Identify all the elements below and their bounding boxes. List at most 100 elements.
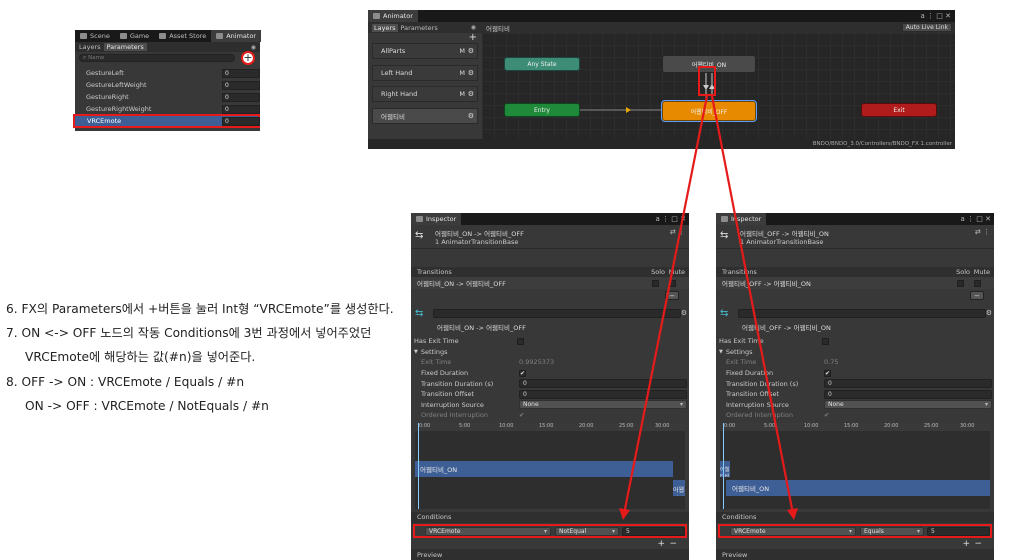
- timeline-track-bottom[interactable]: 어웹티비_OFF: [673, 479, 685, 496]
- eye-icon[interactable]: ◉: [471, 24, 476, 31]
- tab-animator[interactable]: Animator: [211, 30, 262, 42]
- inspector-header: ⇆ 어웹티비_ON -> 어웹티비_OFF 1 AnimatorTransiti…: [411, 225, 689, 249]
- layers-tab[interactable]: Layers: [372, 23, 398, 32]
- transition-list-buttons: −: [716, 289, 994, 301]
- remove-condition-button[interactable]: −: [974, 539, 982, 549]
- param-search-input[interactable]: ⌕ Name: [79, 54, 235, 62]
- transition-preview-row: ⇆ ⚙ 어웹티비_ON -> 어웹티비_OFF: [411, 307, 689, 333]
- breadcrumb[interactable]: 어웹티비: [480, 23, 510, 33]
- parameters-tab[interactable]: Parameters: [103, 43, 147, 51]
- condition-value-field[interactable]: 5: [622, 526, 685, 536]
- transition-preview-row: ⇆ ⚙ 어웹티비_OFF -> 어웹티비_ON: [716, 307, 994, 333]
- mute-checkbox[interactable]: [669, 279, 676, 287]
- settings-row-interruption-source[interactable]: Interruption Source None: [411, 400, 689, 411]
- auto-live-link-button[interactable]: Auto Live Link: [901, 23, 952, 32]
- condition-parameter-dropdown[interactable]: VRCEmote: [425, 526, 551, 536]
- lock-icon[interactable]: a ⋮ □ ✕: [921, 12, 955, 20]
- settings-row-interruption-source[interactable]: Interruption Source None: [716, 400, 994, 411]
- has-exit-time-checkbox[interactable]: [517, 337, 524, 345]
- playhead[interactable]: [723, 422, 724, 509]
- timeline[interactable]: 0:00 5:00 10:00 15:00 20:00 25:00 30:00 …: [720, 422, 990, 509]
- solo-checkbox[interactable]: [957, 279, 964, 287]
- add-condition-button[interactable]: +: [962, 539, 970, 549]
- tab-scene[interactable]: Scene: [75, 30, 115, 42]
- condition-mode-dropdown[interactable]: NotEqual: [555, 526, 619, 536]
- instruction-step-6: 6. FX의 Parameters에서 +버튼을 눌러 Int형 “VRCEmo…: [6, 302, 394, 316]
- settings-row-transition-duration[interactable]: Transition Duration (s) 0: [716, 378, 994, 389]
- add-condition-button[interactable]: +: [657, 539, 665, 549]
- preview-header[interactable]: Preview: [411, 549, 689, 560]
- highlight-box-transition: [698, 66, 716, 96]
- has-exit-time-row[interactable]: Has Exit Time: [411, 336, 689, 347]
- settings-icon[interactable]: ⇄ ⋮: [975, 228, 990, 236]
- lock-icon[interactable]: a ⋮ □ ✕: [656, 215, 689, 223]
- remove-transition-button[interactable]: −: [665, 291, 679, 300]
- transition-list-item[interactable]: 어웹티비_ON -> 어웹티비_OFF: [411, 277, 689, 289]
- tab-inspector[interactable]: Inspector: [411, 213, 462, 225]
- param-value[interactable]: 0: [222, 117, 260, 126]
- parameters-tab[interactable]: Parameters: [401, 24, 438, 32]
- settings-icon[interactable]: ⇄ ⋮: [670, 228, 685, 236]
- settings-foldout[interactable]: ▼ Settings: [411, 347, 689, 358]
- gear-icon[interactable]: ⚙: [986, 309, 992, 317]
- tab-inspector[interactable]: Inspector: [716, 213, 767, 225]
- param-value[interactable]: 0: [222, 92, 260, 102]
- remove-transition-button[interactable]: −: [970, 291, 984, 300]
- timeline-track-bottom[interactable]: 어웹티비_ON: [726, 479, 990, 496]
- transition-name-field[interactable]: [433, 309, 681, 318]
- param-value[interactable]: 0: [222, 104, 260, 114]
- settings-row-fixed-duration[interactable]: Fixed Duration ✔: [716, 368, 994, 379]
- param-row[interactable]: GestureRight 0: [75, 91, 260, 103]
- layer-item[interactable]: Right Hand M ⚙: [372, 86, 478, 102]
- condition-mode-dropdown[interactable]: Equals: [860, 526, 924, 536]
- eye-icon[interactable]: ◉: [251, 44, 256, 51]
- gear-icon[interactable]: ⚙: [468, 69, 474, 77]
- condition-parameter-dropdown[interactable]: VRCEmote: [730, 526, 856, 536]
- param-value[interactable]: 0: [222, 68, 260, 78]
- inspector-icon: [416, 216, 423, 222]
- state-graph[interactable]: Any State 어웹티비_ON Entry 어웹티비_OFF Exit: [482, 33, 955, 139]
- settings-row-fixed-duration[interactable]: Fixed Duration ✔: [411, 368, 689, 379]
- gear-icon[interactable]: ⚙: [468, 90, 474, 98]
- layer-item[interactable]: 어웹티비 ⚙: [372, 108, 478, 124]
- transition-list-item[interactable]: 어웹티비_OFF -> 어웹티비_ON: [716, 277, 994, 289]
- inspector-panel-left: Inspector a ⋮ □ ✕ ⇆ 어웹티비_ON -> 어웹티비_OFF …: [411, 213, 689, 560]
- settings-foldout[interactable]: ▼ Settings: [716, 347, 994, 358]
- preview-header[interactable]: Preview: [716, 549, 994, 560]
- settings-row-transition-duration[interactable]: Transition Duration (s) 0: [411, 378, 689, 389]
- lock-icon[interactable]: a ⋮ □ ✕: [961, 215, 994, 223]
- layer-item[interactable]: AllParts M ⚙: [372, 43, 478, 59]
- timeline-track-top[interactable]: 어웹티비_ON: [415, 460, 673, 477]
- gear-icon[interactable]: ⚙: [681, 309, 687, 317]
- add-layer-button[interactable]: +: [469, 32, 477, 43]
- settings-row-transition-offset[interactable]: Transition Offset 0: [716, 389, 994, 400]
- gear-icon[interactable]: ⚙: [468, 47, 474, 55]
- settings-row-exit-time: Exit Time 0.75: [726, 358, 839, 367]
- param-value[interactable]: 0: [222, 80, 260, 90]
- layers-tab[interactable]: Layers: [79, 43, 101, 51]
- transition-list-buttons: −: [411, 289, 689, 301]
- param-row[interactable]: GestureLeft 0: [75, 67, 260, 79]
- layers-panel: + AllParts M ⚙ Left Hand M ⚙ Right Hand M ⚙ 어웹…: [368, 32, 482, 139]
- condition-value-field[interactable]: 5: [927, 526, 990, 536]
- timeline-track-top[interactable]: 어웹티비_OFF: [720, 460, 730, 477]
- has-exit-time-checkbox[interactable]: [822, 337, 829, 345]
- add-parameter-button[interactable]: +: [241, 51, 255, 65]
- param-row-vrcemote[interactable]: VRCEmote 0: [73, 114, 260, 128]
- settings-row-transition-offset[interactable]: Transition Offset 0: [411, 389, 689, 400]
- instruction-step-7: 7. ON <-> OFF 노드의 작동 Conditions에 3번 과정에서…: [6, 326, 372, 340]
- gear-icon[interactable]: ⚙: [468, 112, 474, 120]
- layer-item[interactable]: Left Hand M ⚙: [372, 65, 478, 81]
- tab-animator[interactable]: Animator: [368, 10, 418, 22]
- playhead[interactable]: [418, 422, 419, 509]
- solo-checkbox[interactable]: [652, 279, 659, 287]
- tab-asset-store[interactable]: Asset Store: [154, 30, 211, 42]
- transition-name-field[interactable]: [738, 309, 986, 318]
- timeline[interactable]: 0:00 5:00 10:00 15:00 20:00 25:00 30:00 …: [415, 422, 685, 509]
- has-exit-time-row[interactable]: Has Exit Time: [716, 336, 994, 347]
- mute-checkbox[interactable]: [974, 279, 981, 287]
- remove-condition-button[interactable]: −: [669, 539, 677, 549]
- tab-game[interactable]: Game: [115, 30, 154, 42]
- arrowhead-icon: [626, 107, 631, 113]
- param-row[interactable]: GestureLeftWeight 0: [75, 79, 260, 91]
